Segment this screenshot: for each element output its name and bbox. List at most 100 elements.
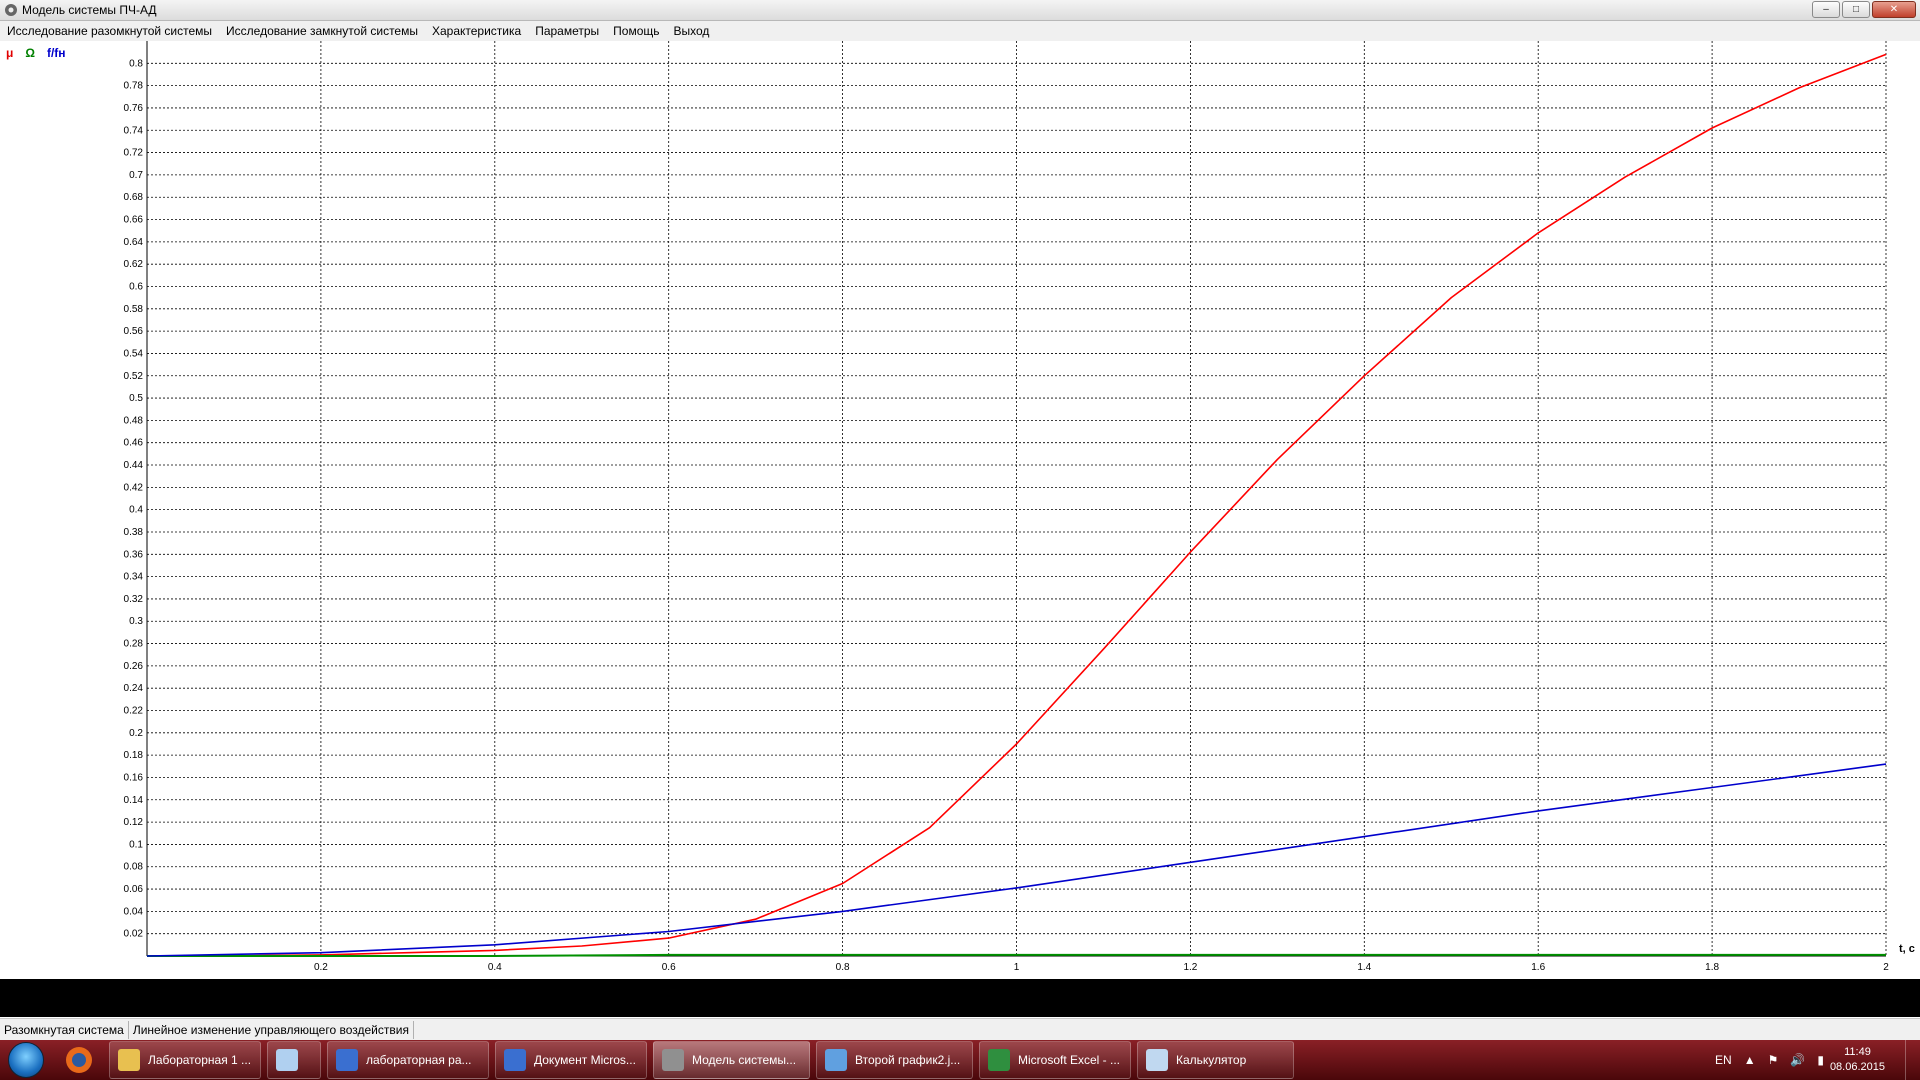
status-mode: Разомкнутая система (0, 1021, 129, 1039)
black-panel (0, 979, 1920, 1017)
taskbar-item-label: Второй график2.j... (855, 1053, 961, 1067)
taskbar-item[interactable]: лабораторная ра... (327, 1041, 489, 1079)
y-tick-label: 0.24 (124, 683, 144, 694)
menu-closed-system[interactable]: Исследование замкнутой системы (219, 24, 425, 38)
y-tick-label: 0.42 (124, 482, 144, 493)
app-window: Модель системы ПЧ-АД – □ ✕ Исследование … (0, 0, 1920, 1041)
gear-icon (5, 4, 17, 16)
y-tick-label: 0.1 (129, 839, 143, 850)
tray-arrow-icon[interactable]: ▲ (1744, 1053, 1756, 1067)
menu-exit[interactable]: Выход (667, 24, 717, 38)
word-icon (336, 1049, 358, 1071)
y-tick-label: 0.44 (124, 460, 144, 471)
y-tick-label: 0.32 (124, 594, 144, 605)
y-tick-label: 0.14 (124, 795, 144, 806)
excel-icon (988, 1049, 1010, 1071)
y-tick-label: 0.34 (124, 572, 144, 583)
flag-icon[interactable]: ⚑ (1768, 1053, 1779, 1067)
taskbar-item-label: Microsoft Excel - ... (1018, 1053, 1121, 1067)
title-bar[interactable]: Модель системы ПЧ-АД – □ ✕ (0, 0, 1920, 21)
legend-omega: Ω (25, 46, 35, 60)
taskbar-item[interactable]: Документ Micros... (495, 1041, 647, 1079)
taskbar-item-label: Лабораторная 1 ... (148, 1053, 252, 1067)
y-tick-label: 0.8 (129, 58, 143, 69)
system-tray: EN ▲ ⚑ 🔊 ▮ 11:49 08.06.2015 (1709, 1040, 1920, 1080)
windows-logo-icon (8, 1042, 44, 1078)
y-tick-label: 0.68 (124, 192, 144, 203)
y-tick-label: 0.58 (124, 304, 144, 315)
y-tick-label: 0.72 (124, 148, 144, 159)
y-tick-label: 0.7 (129, 170, 143, 181)
y-tick-label: 0.02 (124, 929, 144, 940)
firefox-pinned[interactable] (55, 1042, 103, 1078)
y-tick-label: 0.16 (124, 772, 144, 783)
y-tick-label: 0.76 (124, 103, 144, 114)
menu-bar: Исследование разомкнутой системы Исследо… (0, 21, 1920, 41)
y-tick-label: 0.54 (124, 348, 144, 359)
x-tick-label: 1 (1014, 962, 1020, 973)
legend-f: f/fн (46, 46, 66, 60)
y-tick-label: 0.46 (124, 438, 144, 449)
taskbar: Лабораторная 1 ... лабораторная ра... Доку… (0, 1040, 1920, 1080)
taskbar-item[interactable]: Калькулятор (1137, 1041, 1294, 1079)
clock[interactable]: 11:49 08.06.2015 (1830, 1045, 1885, 1075)
taskbar-item-label: Документ Micros... (534, 1053, 636, 1067)
y-tick-label: 0.5 (129, 393, 143, 404)
taskbar-item[interactable]: Второй график2.j... (816, 1041, 973, 1079)
y-tick-label: 0.22 (124, 706, 144, 717)
menu-open-system[interactable]: Исследование разомкнутой системы (0, 24, 219, 38)
y-tick-label: 0.56 (124, 326, 144, 337)
y-tick-label: 0.18 (124, 750, 144, 761)
menu-parameters[interactable]: Параметры (528, 24, 606, 38)
close-button[interactable]: ✕ (1872, 1, 1916, 18)
x-tick-label: 0.4 (488, 962, 502, 973)
y-tick-label: 0.4 (129, 505, 143, 516)
y-tick-label: 0.28 (124, 639, 144, 650)
x-axis-label: t, c (1899, 943, 1915, 955)
taskbar-item-label: лабораторная ра... (366, 1053, 472, 1067)
taskbar-item[interactable] (267, 1041, 321, 1079)
menu-help[interactable]: Помощь (606, 24, 666, 38)
taskbar-item-label: Калькулятор (1176, 1053, 1247, 1067)
y-tick-label: 0.38 (124, 527, 144, 538)
y-tick-label: 0.52 (124, 371, 144, 382)
clock-date: 08.06.2015 (1829, 1061, 1885, 1073)
x-tick-label: 0.6 (662, 962, 676, 973)
menu-characteristic[interactable]: Характеристика (425, 24, 528, 38)
maximize-button[interactable]: □ (1842, 1, 1870, 18)
show-desktop-button[interactable] (1905, 1040, 1920, 1080)
x-tick-label: 1.6 (1531, 962, 1545, 973)
gear-icon (662, 1049, 684, 1071)
volume-icon[interactable]: 🔊 (1790, 1053, 1805, 1067)
taskbar-item[interactable]: Лабораторная 1 ... (109, 1041, 261, 1079)
y-tick-label: 0.2 (129, 728, 143, 739)
y-tick-label: 0.04 (124, 906, 144, 917)
y-tick-label: 0.08 (124, 862, 144, 873)
notepad-icon (276, 1049, 298, 1071)
minimize-button[interactable]: – (1812, 1, 1840, 18)
start-button[interactable] (0, 1040, 52, 1080)
series-f-line (146, 763, 1887, 957)
calculator-icon (1146, 1049, 1168, 1071)
series-omega-line (147, 953, 1886, 957)
y-tick-label: 0.06 (124, 884, 144, 895)
legend: μ Ω f/fн (6, 46, 66, 60)
paint-icon (825, 1049, 847, 1071)
status-bar: Разомкнутая система Линейное изменение у… (0, 1018, 1920, 1041)
language-indicator[interactable]: EN (1715, 1053, 1732, 1067)
y-tick-label: 0.66 (124, 215, 144, 226)
x-tick-label: 1.2 (1183, 962, 1197, 973)
y-tick-label: 0.3 (129, 616, 143, 627)
x-tick-label: 1.8 (1705, 962, 1719, 973)
word-icon (504, 1049, 526, 1071)
taskbar-item[interactable]: Microsoft Excel - ... (979, 1041, 1131, 1079)
taskbar-item-label: Модель системы... (692, 1053, 797, 1067)
x-tick-label: 2 (1883, 962, 1889, 973)
network-icon[interactable]: ▮ (1817, 1053, 1824, 1067)
taskbar-item[interactable]: Модель системы... (653, 1041, 810, 1079)
status-control: Линейное изменение управляющего воздейст… (129, 1021, 414, 1039)
legend-mu: μ (6, 46, 14, 60)
y-tick-label: 0.36 (124, 549, 144, 560)
y-tick-label: 0.78 (124, 81, 144, 92)
x-tick-label: 0.2 (314, 962, 328, 973)
